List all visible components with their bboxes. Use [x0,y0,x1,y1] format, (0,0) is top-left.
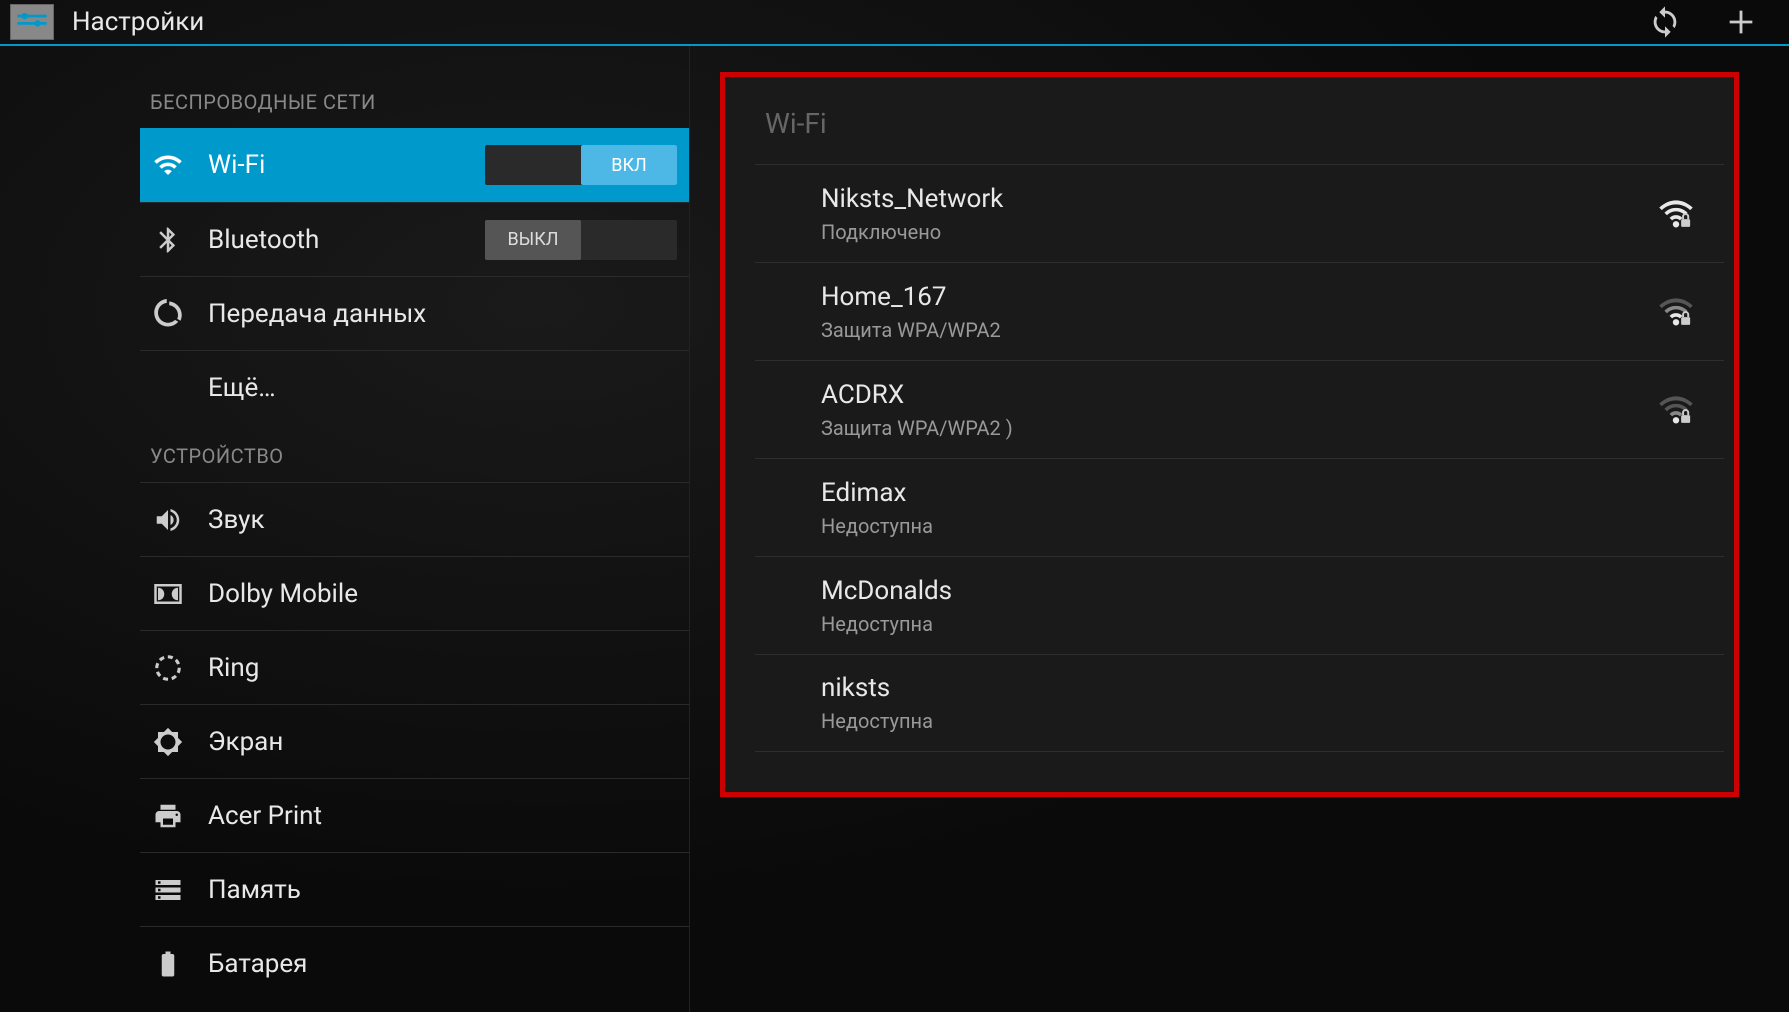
network-status: Подключено [821,220,1658,244]
printer-icon [152,800,184,832]
panel-title: Wi-Fi [755,107,1724,164]
network-name: McDonalds [821,576,1658,606]
wifi-signal-icon [1658,685,1694,721]
wifi-signal-icon [1658,490,1694,526]
network-item[interactable]: ACDRX Защита WPA/WPA2 ) [755,360,1724,458]
sidebar-item-battery[interactable]: Батарея [140,926,689,1000]
network-name: Edimax [821,478,1658,508]
sidebar-item-sound[interactable]: Звук [140,482,689,556]
network-item[interactable]: Niksts_Network Подключено [755,164,1724,262]
bluetooth-icon [152,224,184,256]
ring-icon [152,652,184,684]
sidebar: БЕСПРОВОДНЫЕ СЕТИ Wi-Fi ВКЛ [0,46,690,1012]
section-header-wireless: БЕСПРОВОДНЫЕ СЕТИ [140,90,689,128]
wifi-networks-panel: Wi-Fi Niksts_Network Подключено Home_167… [720,72,1739,797]
sidebar-item-label: Память [208,875,677,905]
network-name: ACDRX [821,380,1658,410]
wifi-signal-icon [1658,294,1694,330]
network-status: Защита WPA/WPA2 ) [821,416,1658,440]
blank-icon [152,372,184,404]
wifi-signal-icon [1658,392,1694,428]
network-status: Недоступна [821,514,1658,538]
network-status: Защита WPA/WPA2 [821,318,1658,342]
network-name: Home_167 [821,282,1658,312]
wifi-toggle[interactable]: ВКЛ [485,145,677,185]
network-status: Недоступна [821,612,1658,636]
sidebar-item-dolby[interactable]: Dolby Mobile [140,556,689,630]
section-header-device: УСТРОЙСТВО [140,424,689,482]
sidebar-item-label: Bluetooth [208,225,461,255]
sidebar-item-label: Ещё… [208,373,677,403]
network-item[interactable]: Edimax Недоступна [755,458,1724,556]
sidebar-item-storage[interactable]: Память [140,852,689,926]
storage-icon [152,874,184,906]
sidebar-item-label: Wi-Fi [208,150,461,180]
data-usage-icon [152,298,184,330]
sidebar-item-display[interactable]: Экран [140,704,689,778]
sidebar-item-wifi[interactable]: Wi-Fi ВКЛ [140,128,689,202]
sidebar-item-bluetooth[interactable]: Bluetooth ВЫКЛ [140,202,689,276]
sidebar-item-label: Звук [208,505,677,535]
network-list: Niksts_Network Подключено Home_167 Защит… [755,164,1724,752]
content-panel: Wi-Fi Niksts_Network Подключено Home_167… [690,46,1789,1012]
battery-icon [152,948,184,980]
sidebar-item-label: Dolby Mobile [208,579,677,609]
sidebar-item-label: Передача данных [208,299,677,329]
wifi-signal-icon [1658,196,1694,232]
network-name: niksts [821,673,1658,703]
top-bar: Настройки [0,0,1789,46]
settings-app-icon[interactable] [10,4,54,40]
sidebar-item-label: Ring [208,653,677,683]
network-item[interactable]: niksts Недоступна [755,654,1724,752]
sidebar-item-more[interactable]: Ещё… [140,350,689,424]
dolby-icon [152,578,184,610]
network-item[interactable]: McDonalds Недоступна [755,556,1724,654]
add-icon[interactable] [1723,4,1759,40]
refresh-icon[interactable] [1647,4,1683,40]
sidebar-item-label: Батарея [208,949,677,979]
bluetooth-toggle[interactable]: ВЫКЛ [485,220,677,260]
sidebar-item-ring[interactable]: Ring [140,630,689,704]
sound-icon [152,504,184,536]
wifi-signal-icon [1658,588,1694,624]
sidebar-item-print[interactable]: Acer Print [140,778,689,852]
sidebar-item-data-usage[interactable]: Передача данных [140,276,689,350]
network-name: Niksts_Network [821,184,1658,214]
sidebar-item-label: Acer Print [208,801,677,831]
network-status: Недоступна [821,709,1658,733]
wifi-icon [152,149,184,181]
network-item[interactable]: Home_167 Защита WPA/WPA2 [755,262,1724,360]
sidebar-item-label: Экран [208,727,677,757]
app-title: Настройки [72,7,1629,37]
brightness-icon [152,726,184,758]
